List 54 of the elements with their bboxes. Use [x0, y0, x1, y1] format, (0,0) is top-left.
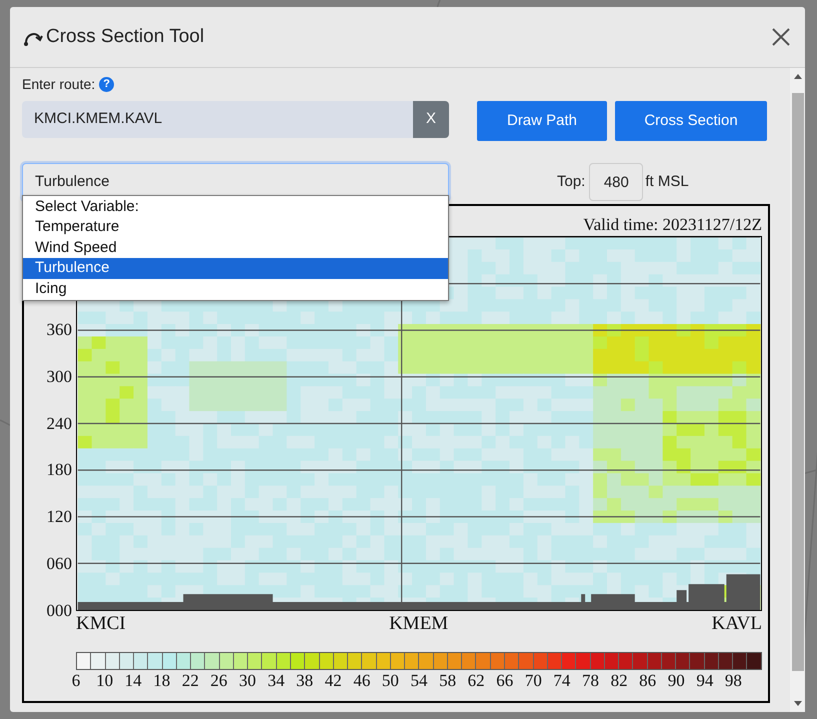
scale-tick-label: 86 — [639, 671, 656, 691]
scale-tick-label: 94 — [696, 671, 714, 691]
scale-tick-label: 14 — [124, 671, 142, 691]
station-label: KMCI — [76, 613, 126, 635]
top-input[interactable]: 480 — [589, 163, 644, 201]
scroll-up-icon[interactable] — [794, 73, 802, 79]
scrollbar[interactable] — [790, 68, 805, 712]
scroll-down-icon[interactable] — [794, 701, 802, 707]
axis-tick-label: 000 — [46, 602, 72, 620]
cross-section-button[interactable]: Cross Section — [615, 101, 767, 141]
route-input[interactable]: KMCI.KMEM.KAVL — [22, 101, 413, 138]
scale-tick-label: 50 — [382, 671, 399, 691]
scale-tick-label: 90 — [668, 671, 685, 691]
scale-tick-label: 38 — [296, 671, 314, 691]
axis-tick-label: 360 — [46, 320, 72, 339]
scale-tick-label: 82 — [610, 671, 628, 691]
scale-tick-label: 62 — [468, 671, 485, 691]
scale-tick-label: 54 — [410, 671, 428, 691]
scale-tick-label: 26 — [210, 671, 228, 691]
scale-tick-label: 6 — [72, 671, 80, 691]
scale-tick-label: 34 — [268, 671, 285, 691]
top-label: Top: — [557, 172, 586, 192]
help-badge[interactable]: ? — [99, 76, 114, 92]
scale-tick-label: 78 — [582, 671, 599, 691]
scale-tick-label: 10 — [96, 671, 114, 691]
scale-tick-label: 98 — [724, 671, 742, 691]
draw-path-button[interactable]: Draw Path — [477, 101, 607, 141]
axis-tick-label: 060 — [46, 555, 72, 574]
unit-label: ft MSL — [645, 172, 689, 192]
station-label: KMEM — [389, 613, 448, 635]
dropdown-option[interactable]: Wind Speed — [23, 238, 448, 258]
scale-tick-label: 22 — [182, 671, 199, 691]
scale-tick-label: 70 — [524, 671, 542, 691]
scale-tick-label: 30 — [239, 671, 256, 691]
axis-tick-label: 180 — [46, 461, 72, 480]
axis-tick-label: 300 — [46, 368, 72, 386]
scale-tick-label: 66 — [496, 671, 514, 691]
scale-tick-label: 18 — [153, 671, 170, 691]
axis-tick-label: 120 — [46, 508, 72, 526]
scale-tick-label: 42 — [324, 671, 342, 691]
dialog-title: Cross Section Tool — [46, 24, 204, 49]
scale-tick-label: 58 — [439, 671, 456, 691]
dropdown-option[interactable]: Icing — [23, 278, 448, 299]
axis-tick-label: 240 — [46, 414, 72, 432]
scroll-thumb[interactable] — [792, 93, 804, 671]
dropdown-option[interactable]: Turbulence — [23, 258, 448, 279]
clear-button[interactable]: X — [413, 101, 449, 138]
scale-tick-label: 46 — [353, 671, 370, 691]
scale-tick-label: 74 — [553, 671, 570, 691]
route-label: Enter route: — [22, 74, 96, 94]
close-icon — [771, 27, 791, 47]
station-label: KAVL — [712, 613, 762, 635]
dropdown-option[interactable]: Temperature — [23, 217, 448, 238]
valid-time: Valid time: 20231127/12Z — [583, 214, 762, 234]
